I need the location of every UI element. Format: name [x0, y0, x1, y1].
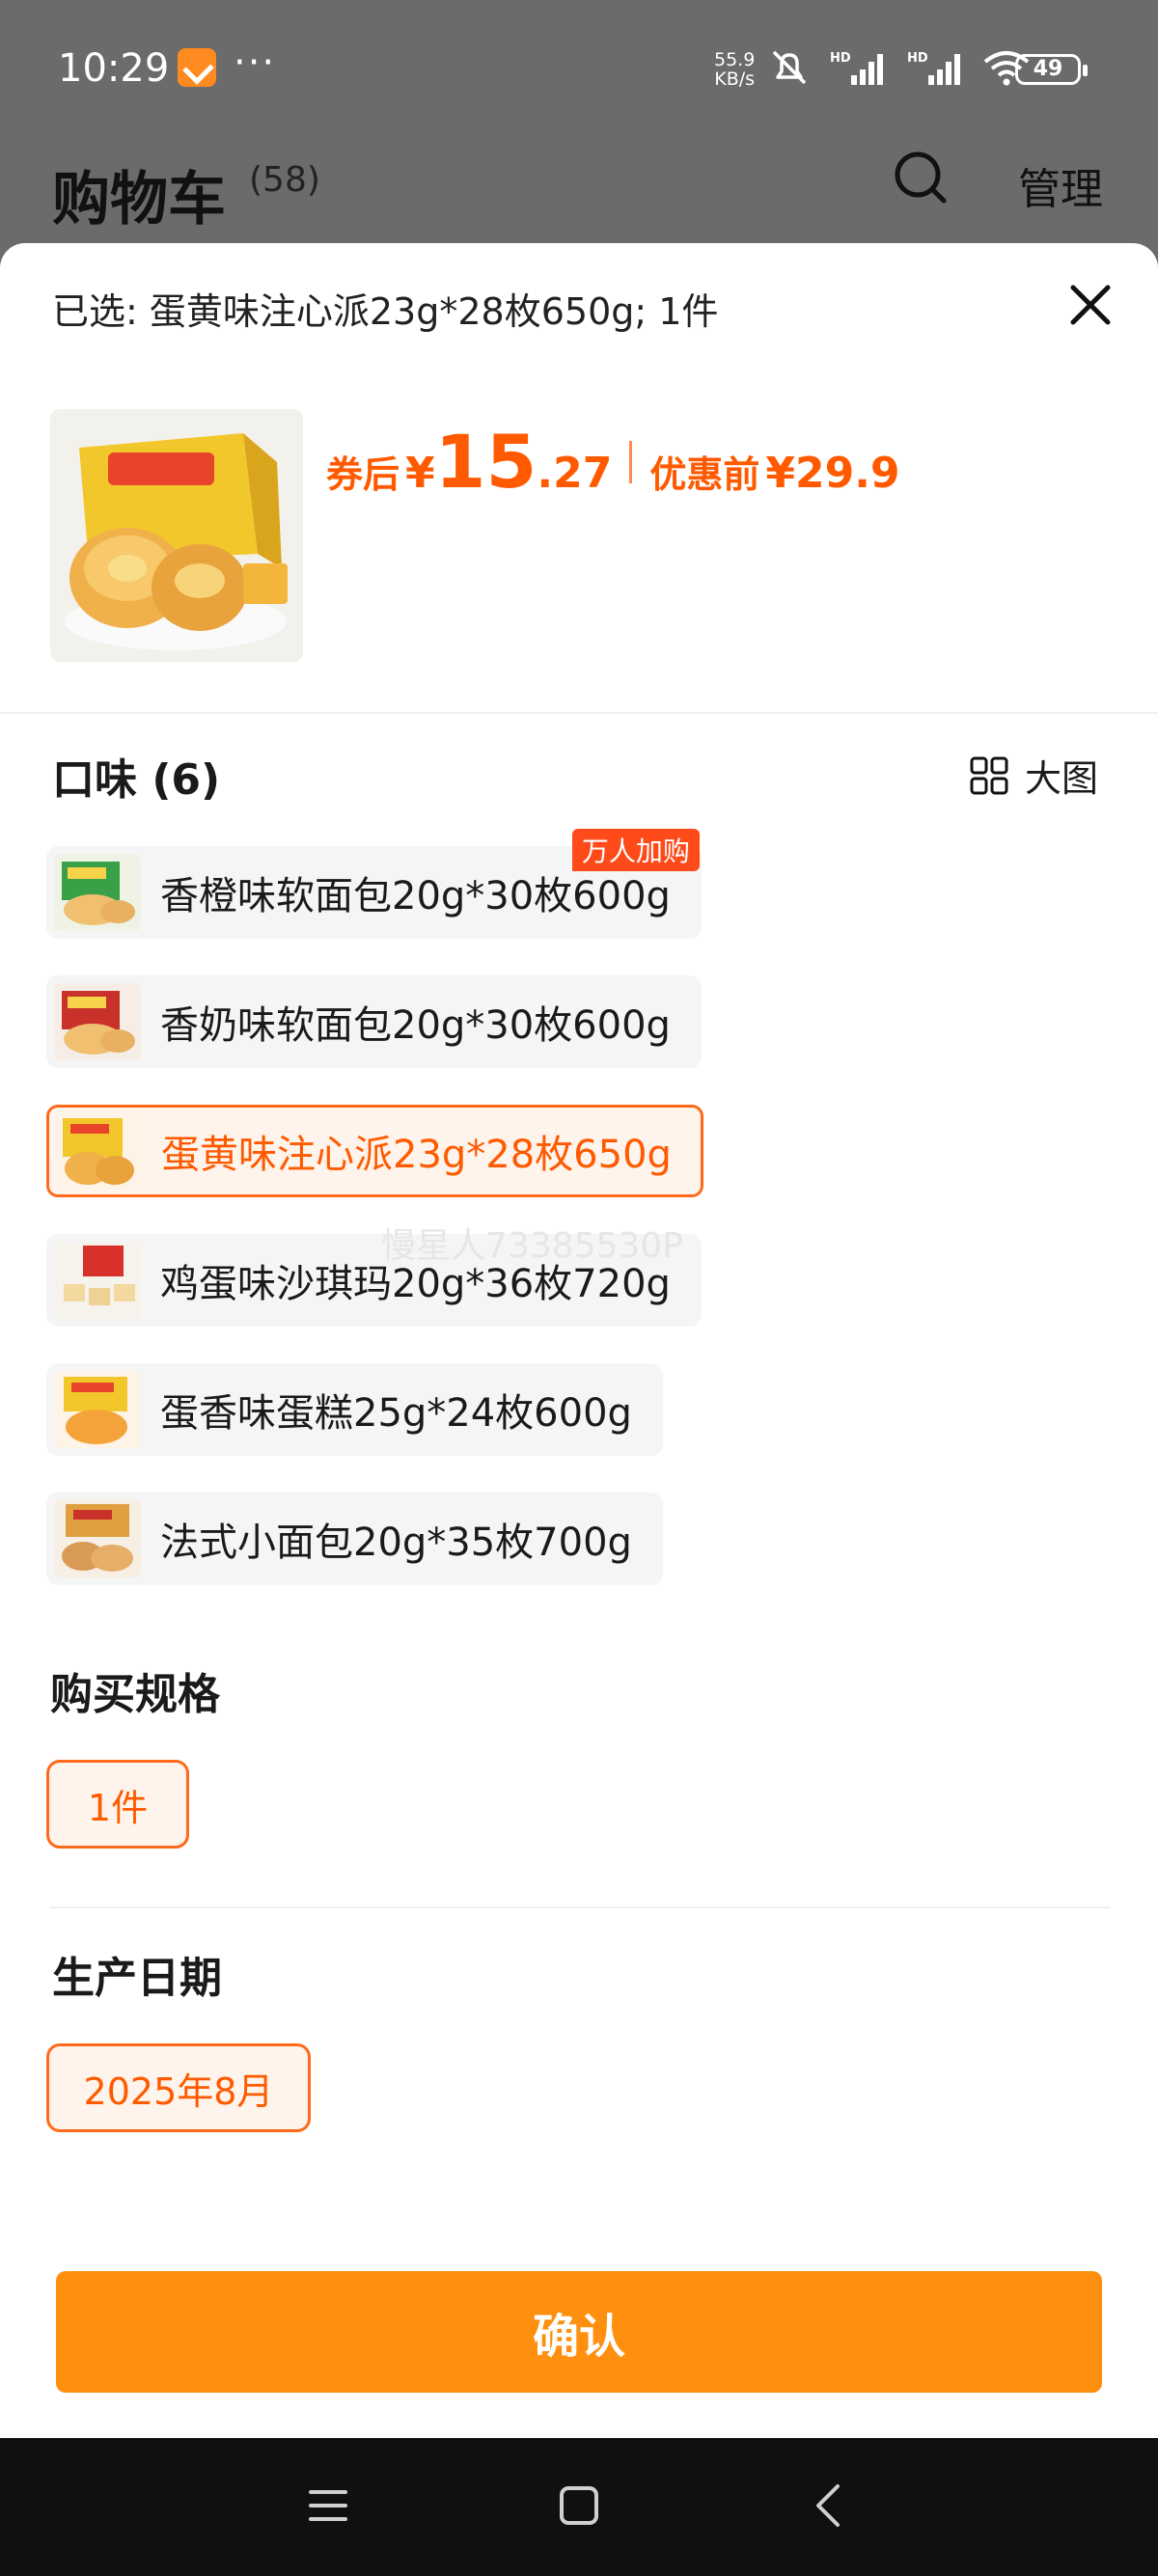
price-label: 券后: [326, 453, 400, 496]
back-icon[interactable]: [801, 2477, 859, 2535]
search-icon[interactable]: [892, 149, 950, 206]
price-decimal: .27: [537, 449, 613, 498]
system-nav-bar: [0, 2438, 1158, 2576]
network-speed-value: 55.9: [714, 49, 756, 70]
original-price: ¥29.9: [765, 449, 900, 498]
flavor-label: 蛋黄味注心派23g*28枚650g: [161, 1133, 672, 1177]
price-divider: [629, 440, 633, 483]
flavor-option-selected[interactable]: 蛋黄味注心派23g*28枚650g: [46, 1105, 703, 1197]
price-currency: ¥: [405, 449, 435, 498]
confirm-button[interactable]: 确认: [56, 2271, 1102, 2393]
sku-selector-sheet: 已选: 蛋黄味注心派23g*28枚650g; 1件 券后 ¥ 15 .27 优惠…: [0, 243, 1158, 2438]
spec-option-selected[interactable]: 1件: [46, 1760, 189, 1849]
grid-icon: [970, 756, 1008, 794]
home-icon[interactable]: [550, 2477, 608, 2535]
flavor-option[interactable]: 法式小面包20g*35枚700g: [46, 1493, 663, 1585]
more-notifications-indicator: ···: [234, 41, 277, 85]
flavor-thumbnail: [54, 854, 141, 931]
app-notification-icon: [178, 48, 216, 87]
product-thumbnail[interactable]: [50, 409, 303, 662]
flavor-label: 蛋香味蛋糕25g*24枚600g: [160, 1391, 632, 1436]
manage-button[interactable]: 管理: [1018, 154, 1103, 216]
big-image-label: 大图: [1025, 757, 1099, 800]
flavor-thumbnail: [54, 1500, 141, 1577]
bell-mute-icon: [772, 50, 807, 85]
date-option-selected[interactable]: 2025年8月: [46, 2043, 311, 2132]
big-image-toggle[interactable]: 大图: [969, 749, 1098, 802]
network-speed-unit: KB/s: [714, 69, 756, 90]
page-title: 购物车: [52, 166, 226, 233]
signal-icon-2: HD: [907, 51, 960, 85]
hd-label-2: HD: [907, 51, 928, 66]
divider: [0, 712, 1158, 714]
close-icon[interactable]: [1062, 276, 1119, 334]
cart-header: 购物车 (58) 管理: [0, 135, 1158, 241]
flavor-option[interactable]: 香橙味软面包20g*30枚600g 万人加购: [46, 829, 702, 939]
hd-label-1: HD: [830, 51, 851, 66]
flavor-thumbnail: [54, 1242, 141, 1319]
price-row: 券后 ¥ 15 .27 优惠前 ¥29.9: [326, 419, 900, 505]
spec-section-title: 购买规格: [50, 1670, 220, 1719]
price-integer: 15: [434, 419, 538, 505]
flavor-label: 香橙味软面包20g*30枚600g: [160, 874, 671, 918]
original-price-label: 优惠前: [649, 453, 760, 496]
divider: [50, 1906, 1110, 1908]
flavor-option[interactable]: 蛋香味蛋糕25g*24枚600g: [46, 1363, 663, 1456]
flavor-thumbnail: [54, 983, 141, 1060]
flavor-thumbnail: [54, 1371, 141, 1448]
popular-badge: 万人加购: [571, 829, 700, 871]
flavor-section-title: 口味 (6): [52, 755, 221, 805]
date-section-title: 生产日期: [52, 1954, 222, 2003]
status-bar: 10:29 ··· 55.9 KB/s HD HD 49: [0, 0, 1158, 135]
battery-icon: 49: [1015, 54, 1088, 85]
cart-count: (58): [249, 160, 320, 200]
flavor-option[interactable]: 香奶味软面包20g*30枚600g: [46, 975, 702, 1068]
signal-icon: HD: [830, 51, 883, 85]
product-image: [50, 409, 303, 662]
status-time: 10:29: [58, 46, 170, 91]
flavor-label: 法式小面包20g*35枚700g: [160, 1521, 632, 1565]
flavor-label: 香奶味软面包20g*30枚600g: [160, 1003, 671, 1048]
menu-icon[interactable]: [299, 2477, 357, 2535]
status-icons: HD HD: [768, 46, 1031, 89]
selected-summary: 已选: 蛋黄味注心派23g*28枚650g; 1件: [52, 290, 719, 333]
network-speed: 55.9 KB/s: [714, 50, 755, 89]
watermark: 慢星人73385530P: [381, 1226, 683, 1266]
flavor-thumbnail: [55, 1112, 142, 1190]
